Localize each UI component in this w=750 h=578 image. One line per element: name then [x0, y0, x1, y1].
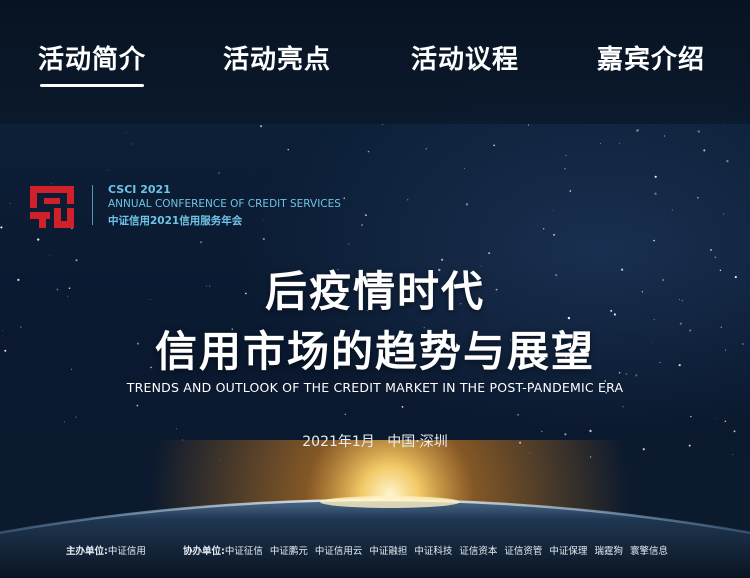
- star: [664, 135, 666, 137]
- hero-english-subtitle: TRENDS AND OUTLOOK OF THE CREDIT MARKET …: [126, 380, 624, 395]
- logo-csci-year: CSCI 2021: [108, 183, 171, 196]
- star: [619, 142, 620, 144]
- host-organizer: 主办单位:中证信用: [66, 543, 146, 557]
- co-organizers: 协办单位:中证征信 中证鹏元 中证信用云 中证融担 中证科技 证信资本 证信资管 中证保理 瑞霆…: [183, 543, 675, 557]
- host-label: 主办单位:: [66, 546, 108, 557]
- star: [697, 130, 700, 133]
- star: [542, 228, 545, 230]
- star: [344, 413, 347, 416]
- star: [552, 210, 554, 212]
- star: [715, 418, 716, 420]
- nav-tab-event-agenda[interactable]: 活动议程: [411, 40, 519, 80]
- star: [361, 224, 363, 226]
- nav-tab-event-highlights[interactable]: 活动亮点: [223, 40, 331, 80]
- star: [348, 243, 350, 245]
- event-location: 中国·深圳: [387, 434, 448, 450]
- coorg-item: 中证融担: [369, 546, 408, 557]
- coorg-item: 中证科技: [414, 546, 453, 557]
- star: [622, 405, 624, 408]
- star: [654, 192, 657, 195]
- star: [488, 252, 491, 255]
- coorg-item: 中证鹏元: [269, 546, 308, 557]
- star: [343, 197, 345, 199]
- star: [9, 202, 11, 204]
- logo-english-name: ANNUAL CONFERENCE OF CREDIT SERVICES: [108, 198, 341, 210]
- star: [600, 142, 602, 144]
- star: [425, 148, 428, 150]
- coorg-item: 寰擎信息: [629, 546, 668, 557]
- star: [690, 415, 692, 418]
- star: [464, 168, 466, 169]
- star: [569, 190, 572, 192]
- hero-title-line-1: 后疫情时代: [264, 267, 485, 316]
- hero-title-line-2: 信用市场的趋势与展望: [154, 327, 595, 376]
- top-navigation: 活动简介 活动亮点 活动议程 嘉宾介绍: [0, 0, 750, 124]
- star: [175, 428, 177, 430]
- star: [262, 237, 265, 241]
- star: [527, 124, 529, 126]
- star: [465, 203, 469, 206]
- star: [553, 233, 556, 236]
- host-name: 中证信用: [107, 546, 146, 557]
- star: [260, 125, 263, 128]
- star: [199, 241, 203, 244]
- star: [401, 406, 404, 408]
- star: [565, 155, 567, 156]
- coorg-item: 中证征信: [224, 546, 263, 557]
- coorg-item: 中证信用云: [314, 546, 363, 557]
- star: [367, 150, 370, 153]
- coorg-item: 证信资管: [504, 546, 543, 557]
- star: [407, 199, 409, 201]
- coorg-item: 证信资本: [459, 546, 498, 557]
- star: [517, 414, 519, 416]
- star: [132, 143, 133, 145]
- star: [126, 132, 127, 134]
- star: [493, 144, 495, 147]
- star: [75, 416, 77, 418]
- organizers-footer: 主办单位:中证信用 协办单位:中证征信 中证鹏元 中证信用云 中证融担 中证科技 证信资本…: [0, 543, 750, 561]
- star: [107, 169, 109, 171]
- star: [37, 238, 40, 241]
- star: [262, 219, 264, 221]
- star: [703, 149, 706, 152]
- star: [287, 148, 289, 151]
- nav-tab-guest-intro[interactable]: 嘉宾介绍: [597, 40, 705, 80]
- star: [654, 175, 657, 178]
- event-date-location: 2021年1月 中国·深圳: [0, 431, 750, 451]
- csci-red-seal-icon: [30, 186, 74, 228]
- star: [697, 197, 699, 199]
- star: [723, 213, 725, 215]
- star: [724, 420, 727, 422]
- star: [564, 167, 566, 170]
- star: [726, 159, 729, 163]
- star: [64, 421, 66, 423]
- coorg-item: 瑞霆狗: [594, 546, 623, 557]
- star: [636, 129, 639, 132]
- event-date: 2021年1月: [302, 434, 375, 450]
- star: [136, 404, 139, 407]
- nav-tab-event-intro[interactable]: 活动简介: [38, 40, 146, 87]
- logo-divider: [92, 185, 93, 225]
- logo-chinese-name: 中证信用2021信用服务年会: [108, 215, 243, 227]
- coorg-label: 协办单位:: [183, 546, 225, 557]
- star: [0, 226, 3, 229]
- star: [364, 214, 367, 217]
- star: [709, 248, 713, 252]
- coorg-item: 中证保理: [549, 546, 588, 557]
- star: [218, 172, 220, 174]
- star: [671, 209, 673, 211]
- star: [653, 239, 655, 242]
- star: [49, 254, 51, 256]
